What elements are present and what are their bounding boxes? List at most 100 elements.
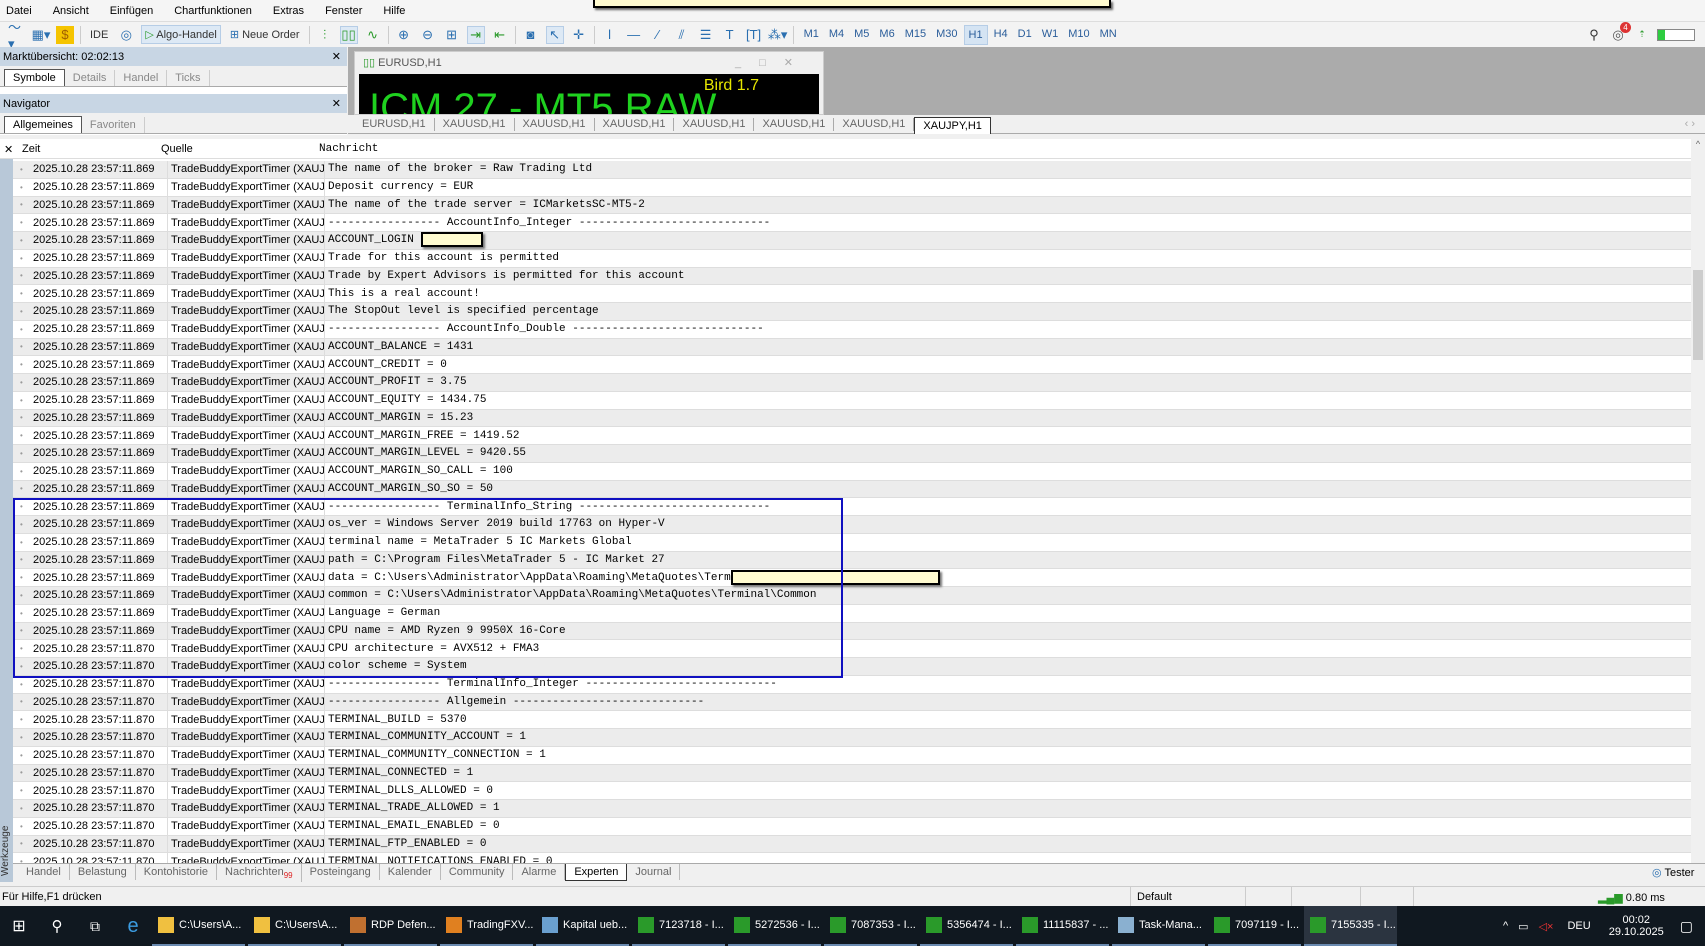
table-row[interactable]: • 2025.10.28 23:57:11.869 TradeBuddyExport…: [13, 427, 1691, 445]
table-row[interactable]: • 2025.10.28 23:57:11.869 TradeBuddyExport…: [13, 356, 1691, 374]
crosshair-icon[interactable]: ✛: [570, 26, 588, 44]
taskbar-item[interactable]: Kapital ueb...: [536, 906, 629, 946]
menu-chartfunktionen[interactable]: Chartfunktionen: [174, 5, 252, 17]
taskbar-item[interactable]: 11115837 - ...: [1016, 906, 1109, 946]
zoom-out-icon[interactable]: ⊖: [419, 26, 437, 44]
table-row[interactable]: • 2025.10.28 23:57:11.870 TradeBuddyExport…: [13, 675, 1691, 694]
table-row[interactable]: • 2025.10.28 23:57:11.870 TradeBuddyExport…: [13, 800, 1691, 818]
shapes-icon[interactable]: ⁂▾: [768, 26, 788, 44]
tab-handel[interactable]: Handel: [115, 70, 168, 86]
chart-tab[interactable]: XAUUSD,H1: [595, 117, 675, 131]
timeframe-w1[interactable]: W1: [1038, 25, 1063, 45]
table-row[interactable]: • 2025.10.28 23:57:11.869 TradeBuddyExport…: [13, 249, 1691, 268]
search-icon[interactable]: ⚲: [38, 917, 76, 935]
table-row[interactable]: • 2025.10.28 23:57:11.869 TradeBuddyExport…: [13, 320, 1691, 339]
vertical-scrollbar[interactable]: ^: [1691, 139, 1705, 863]
text-icon[interactable]: T: [721, 26, 739, 44]
column-nachricht[interactable]: Nachricht: [319, 143, 378, 155]
table-row[interactable]: • 2025.10.28 23:57:11.870 TradeBuddyExport…: [13, 817, 1691, 836]
table-row[interactable]: • 2025.10.28 23:57:11.870 TradeBuddyExport…: [13, 853, 1691, 863]
table-row[interactable]: • 2025.10.28 23:57:11.869 TradeBuddyExport…: [13, 232, 1691, 250]
vertical-line-icon[interactable]: ǀ: [601, 26, 619, 44]
table-row[interactable]: • 2025.10.28 23:57:11.869 TradeBuddyExport…: [13, 214, 1691, 232]
signals-icon[interactable]: ◎: [117, 26, 135, 44]
timeframe-m15[interactable]: M15: [901, 25, 930, 45]
line-icon[interactable]: ∿: [364, 26, 382, 44]
ide-button[interactable]: IDE: [87, 27, 111, 43]
timeframe-h1[interactable]: H1: [963, 24, 988, 45]
table-row[interactable]: • 2025.10.28 23:57:11.869 TradeBuddyExport…: [13, 480, 1691, 499]
column-quelle[interactable]: Quelle: [161, 143, 193, 155]
table-row[interactable]: • 2025.10.28 23:57:11.869 TradeBuddyExport…: [13, 196, 1691, 215]
line-chart-icon[interactable]: 〜▾: [8, 20, 26, 51]
action-center-icon[interactable]: ▢: [1680, 918, 1693, 935]
timeframe-m30[interactable]: M30: [932, 25, 961, 45]
tab-details[interactable]: Details: [65, 70, 116, 86]
templates-icon[interactable]: ▦▾: [32, 26, 51, 44]
tab-community[interactable]: Community: [441, 864, 514, 880]
menu-datei[interactable]: Datei: [6, 5, 32, 17]
tab-handel[interactable]: Handel: [18, 864, 70, 880]
timeframe-h4[interactable]: H4: [990, 25, 1012, 45]
table-row[interactable]: • 2025.10.28 23:57:11.869 TradeBuddyExport…: [13, 285, 1691, 303]
tab-favoriten[interactable]: Favoriten: [82, 117, 145, 133]
window-controls[interactable]: _□✕: [735, 56, 811, 69]
candlestick-icon[interactable]: ▯▯: [339, 25, 358, 44]
grid-icon[interactable]: ⊞: [443, 26, 461, 44]
table-row[interactable]: • 2025.10.28 23:57:11.869 TradeBuddyExport…: [13, 391, 1691, 410]
menu-hilfe[interactable]: Hilfe: [383, 5, 405, 17]
chart-tab[interactable]: XAUUSD,H1: [435, 117, 515, 131]
table-row[interactable]: • 2025.10.28 23:57:11.870 TradeBuddyExport…: [13, 693, 1691, 712]
text-label-icon[interactable]: [T]: [745, 26, 763, 44]
table-row[interactable]: • 2025.10.28 23:57:11.869 TradeBuddyExport…: [13, 178, 1691, 197]
tab-belastung[interactable]: Belastung: [70, 864, 136, 880]
autoscroll-icon[interactable]: ⇥: [466, 25, 485, 44]
internet-explorer-icon[interactable]: e: [114, 915, 152, 938]
taskbar-item[interactable]: 5356474 - I...: [920, 906, 1013, 946]
table-row[interactable]: • 2025.10.28 23:57:11.869 TradeBuddyExport…: [13, 374, 1691, 392]
chart-tab[interactable]: XAUUSD,H1: [834, 117, 915, 131]
tab-allgemeines[interactable]: Allgemeines: [4, 116, 82, 133]
language-indicator[interactable]: DEU: [1567, 920, 1590, 932]
taskbar-item[interactable]: 7123718 - I...: [632, 906, 725, 946]
trendline-icon[interactable]: ⁄: [649, 26, 667, 44]
taskbar-item[interactable]: RDP Defen...: [344, 906, 437, 946]
close-icon[interactable]: ✕: [4, 143, 13, 156]
chart-canvas[interactable]: ICM 27 - MT5 RAW Bird 1.7: [359, 74, 819, 114]
chart-window[interactable]: ▯▯ EURUSD,H1 _□✕ ICM 27 - MT5 RAW Bird 1…: [354, 51, 824, 115]
tab-experten[interactable]: Experten: [565, 864, 628, 881]
timeframe-d1[interactable]: D1: [1014, 25, 1036, 45]
taskbar-item[interactable]: Task-Mana...: [1112, 906, 1205, 946]
dollar-icon[interactable]: $: [56, 25, 74, 44]
horizontal-line-icon[interactable]: —: [625, 26, 643, 44]
scrollbar-thumb[interactable]: [1693, 270, 1703, 360]
cursor-icon[interactable]: ↖: [545, 25, 564, 44]
tab-ticks[interactable]: Ticks: [167, 70, 210, 86]
notifications-icon[interactable]: ◎ 4: [1609, 21, 1631, 44]
timeframe-mn[interactable]: MN: [1096, 25, 1121, 45]
close-icon[interactable]: ✕: [332, 50, 341, 63]
tab-nachrichten[interactable]: Nachrichten99: [217, 864, 302, 883]
zoom-in-icon[interactable]: ⊕: [395, 26, 413, 44]
chart-tab[interactable]: EURUSD,H1: [354, 117, 435, 131]
windows-start-icon[interactable]: ⊞: [0, 916, 38, 936]
chart-tab[interactable]: XAUUSD,H1: [754, 117, 835, 131]
tab-scroll-arrows[interactable]: ‹ ›: [1685, 118, 1695, 130]
timeframe-m6[interactable]: M6: [875, 25, 898, 45]
menu-extras[interactable]: Extras: [273, 5, 304, 17]
tab-journal[interactable]: Journal: [627, 864, 681, 880]
chart-tab[interactable]: XAUJPY,H1: [914, 116, 991, 134]
chart-shift-icon[interactable]: ⇤: [491, 26, 509, 44]
tab-symbole[interactable]: Symbole: [4, 69, 65, 86]
algo-trading-button[interactable]: ▷ Algo-Handel: [141, 25, 221, 44]
menu-ansicht[interactable]: Ansicht: [53, 5, 89, 17]
tab-alarme[interactable]: Alarme: [513, 864, 566, 880]
fibonacci-icon[interactable]: ☰: [697, 26, 715, 44]
table-row[interactable]: • 2025.10.28 23:57:11.870 TradeBuddyExport…: [13, 782, 1691, 800]
task-view-icon[interactable]: ⧉: [76, 918, 114, 935]
table-row[interactable]: • 2025.10.28 23:57:11.869 TradeBuddyExport…: [13, 267, 1691, 286]
chart-tab[interactable]: XAUUSD,H1: [515, 117, 595, 131]
timeframe-m1[interactable]: M1: [800, 25, 823, 45]
taskbar-item[interactable]: 7087353 - I...: [824, 906, 917, 946]
table-row[interactable]: • 2025.10.28 23:57:11.870 TradeBuddyExport…: [13, 764, 1691, 783]
